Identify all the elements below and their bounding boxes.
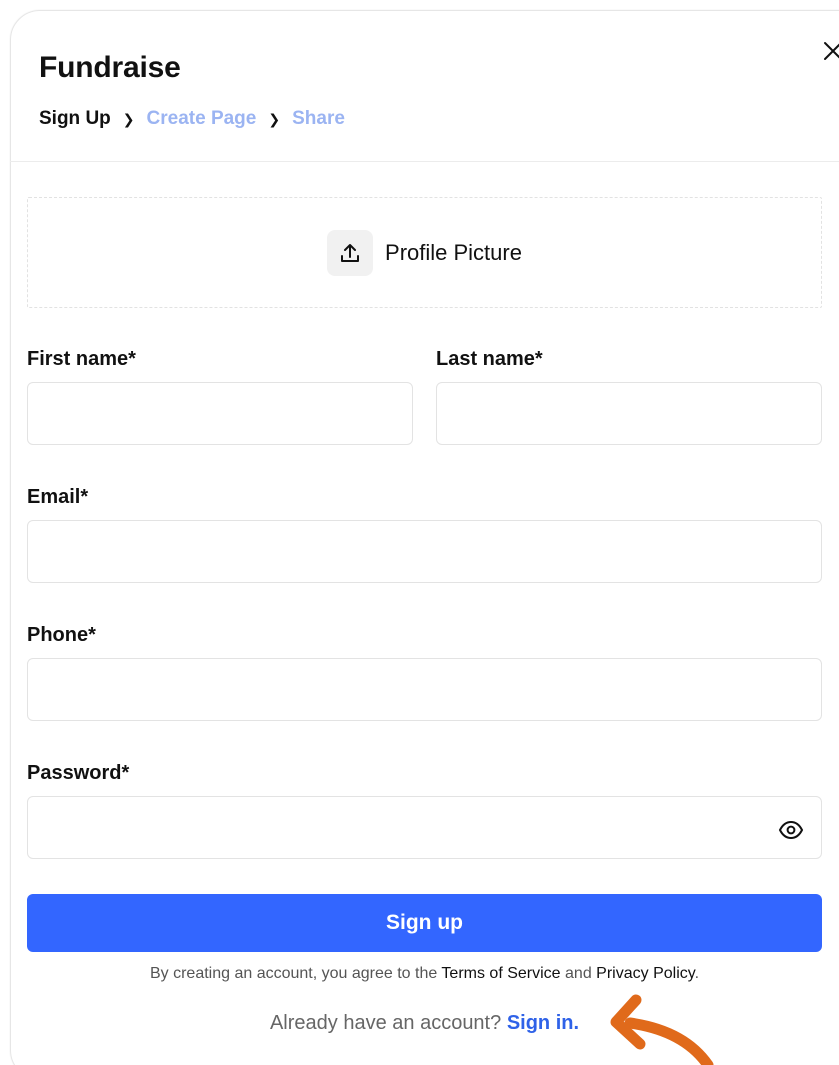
privacy-policy-link[interactable]: Privacy Policy (596, 965, 694, 982)
email-input[interactable] (27, 520, 822, 583)
eye-icon[interactable] (778, 817, 804, 843)
phone-input[interactable] (27, 658, 822, 721)
email-label: Email* (27, 486, 89, 508)
sign-in-link[interactable]: Sign in. (507, 1012, 579, 1034)
header-divider (10, 161, 839, 162)
chevron-right-icon: ❯ (122, 110, 135, 127)
profile-picture-upload[interactable]: Profile Picture (27, 197, 822, 308)
last-name-input[interactable] (436, 382, 822, 445)
upload-label: Profile Picture (385, 239, 522, 265)
phone-label: Phone* (27, 624, 96, 646)
signin-prompt: Already have an account? (269, 1012, 502, 1034)
terms-text: By creating an account, you agree to the… (0, 965, 839, 983)
step-create-page: Create Page (146, 108, 257, 129)
terms-and: and (565, 965, 592, 982)
terms-of-service-link[interactable]: Terms of Service (441, 965, 560, 982)
password-input[interactable] (27, 796, 822, 859)
sign-up-button[interactable]: Sign up (27, 894, 822, 952)
step-sign-up: Sign Up (39, 108, 111, 129)
close-icon[interactable] (821, 39, 839, 63)
first-name-input[interactable] (27, 382, 413, 445)
first-name-label: First name* (27, 348, 136, 370)
modal-title: Fundraise (39, 51, 181, 84)
last-name-label: Last name* (436, 348, 543, 370)
upload-icon (327, 229, 374, 276)
curved-arrow-icon (610, 994, 714, 1065)
password-label: Password* (27, 762, 130, 784)
terms-prefix: By creating an account, you agree to the (149, 965, 438, 982)
step-share: Share (292, 108, 345, 129)
chevron-right-icon: ❯ (268, 110, 281, 127)
step-breadcrumb: Sign Up ❯ Create Page ❯ Share (39, 108, 345, 130)
terms-suffix: . (694, 965, 700, 982)
